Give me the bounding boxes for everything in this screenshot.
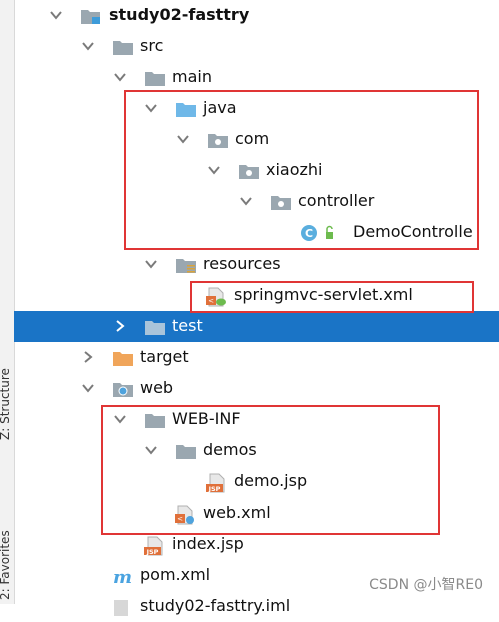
tree-label: java [203, 98, 237, 117]
tree-row-democontroller[interactable]: C DemoControlle [14, 217, 499, 248]
tool-window-strip: Z: Structure 2: Favorites [0, 0, 15, 604]
tree-label: WEB-INF [172, 409, 241, 428]
tree-label: DemoControlle [353, 222, 473, 241]
jsp-file-icon: JSP [143, 536, 163, 556]
tree-row-test-selected[interactable]: test [14, 311, 499, 342]
package-icon [238, 162, 259, 180]
tree-row-iml[interactable]: study02-fasttry.iml [14, 591, 499, 622]
tree-label: index.jsp [172, 534, 244, 553]
tree-label: src [140, 36, 164, 55]
chevron-down-icon[interactable] [145, 444, 157, 456]
svg-text:JSP: JSP [208, 485, 221, 493]
module-folder-icon [80, 7, 100, 25]
svg-text:JSP: JSP [146, 548, 159, 556]
tree-label: resources [203, 254, 281, 273]
tree-row-target[interactable]: target [14, 342, 499, 373]
maven-pom-icon: m [111, 567, 132, 588]
tree-label: demo.jsp [234, 471, 308, 490]
favorites-tab[interactable]: 2: Favorites [0, 530, 12, 600]
folder-icon [144, 69, 165, 87]
tree-row-index-jsp[interactable]: JSP index.jsp [14, 529, 499, 560]
tree-label: controller [298, 191, 375, 210]
tree-label: web.xml [203, 503, 271, 522]
tree-row-src[interactable]: src [14, 31, 499, 62]
tree-label: xiaozhi [266, 160, 323, 179]
chevron-down-icon[interactable] [82, 382, 94, 394]
package-icon [207, 131, 228, 149]
module-file-icon [111, 598, 131, 616]
tree-row-resources[interactable]: resources [14, 249, 499, 280]
svg-text:<: < [208, 297, 214, 305]
svg-text:m: m [113, 567, 132, 585]
xml-file-icon: < [174, 505, 194, 525]
tree-label: target [140, 347, 189, 366]
chevron-down-icon[interactable] [145, 102, 157, 114]
tree-label: test [172, 316, 203, 335]
tree-label: study02-fasttry [109, 5, 250, 24]
chevron-down-icon[interactable] [114, 413, 126, 425]
folder-icon [112, 38, 133, 56]
folder-icon [144, 411, 165, 429]
source-folder-icon [175, 100, 196, 118]
chevron-down-icon[interactable] [114, 71, 126, 83]
tree-label: demos [203, 440, 257, 459]
tree-row-springmvc-servlet[interactable]: < springmvc-servlet.xml [14, 280, 499, 311]
folder-icon [175, 442, 196, 460]
excluded-folder-icon [112, 349, 133, 367]
tree-row-controller[interactable]: controller [14, 186, 499, 217]
java-class-icon: C [300, 224, 333, 242]
chevron-down-icon[interactable] [50, 9, 62, 21]
svg-text:<: < [177, 515, 183, 523]
tree-row-demo-jsp[interactable]: JSP demo.jsp [14, 466, 499, 497]
chevron-right-icon[interactable] [82, 351, 94, 363]
tree-label: com [235, 129, 270, 148]
chevron-right-icon[interactable] [114, 320, 126, 332]
tree-row-java[interactable]: java [14, 93, 499, 124]
tree-row-main[interactable]: main [14, 62, 499, 93]
xml-file-icon: < [205, 287, 226, 307]
svg-text:C: C [305, 227, 313, 240]
chevron-down-icon[interactable] [208, 164, 220, 176]
tree-row-xiaozhi[interactable]: xiaozhi [14, 155, 499, 186]
chevron-down-icon[interactable] [240, 195, 252, 207]
tree-row-project[interactable]: study02-fasttry [14, 0, 499, 31]
package-icon [270, 193, 291, 211]
tree-label: study02-fasttry.iml [140, 596, 291, 615]
tree-row-web[interactable]: web [14, 373, 499, 404]
jsp-file-icon: JSP [205, 473, 225, 493]
tree-row-web-inf[interactable]: WEB-INF [14, 404, 499, 435]
watermark: CSDN @小智RE0 [369, 577, 483, 593]
tree-row-web-xml[interactable]: < web.xml [14, 498, 499, 529]
structure-tab[interactable]: Z: Structure [0, 368, 12, 440]
tree-label: pom.xml [140, 565, 211, 584]
tree-label: web [140, 378, 174, 397]
tree-label: springmvc-servlet.xml [234, 285, 413, 304]
tree-row-com[interactable]: com [14, 124, 499, 155]
resources-folder-icon [175, 256, 196, 274]
tree-label: main [172, 67, 212, 86]
folder-icon [144, 318, 165, 336]
chevron-down-icon[interactable] [145, 258, 157, 270]
chevron-down-icon[interactable] [82, 40, 94, 52]
web-folder-icon [112, 380, 133, 398]
chevron-down-icon[interactable] [177, 133, 189, 145]
tree-row-demos[interactable]: demos [14, 435, 499, 466]
